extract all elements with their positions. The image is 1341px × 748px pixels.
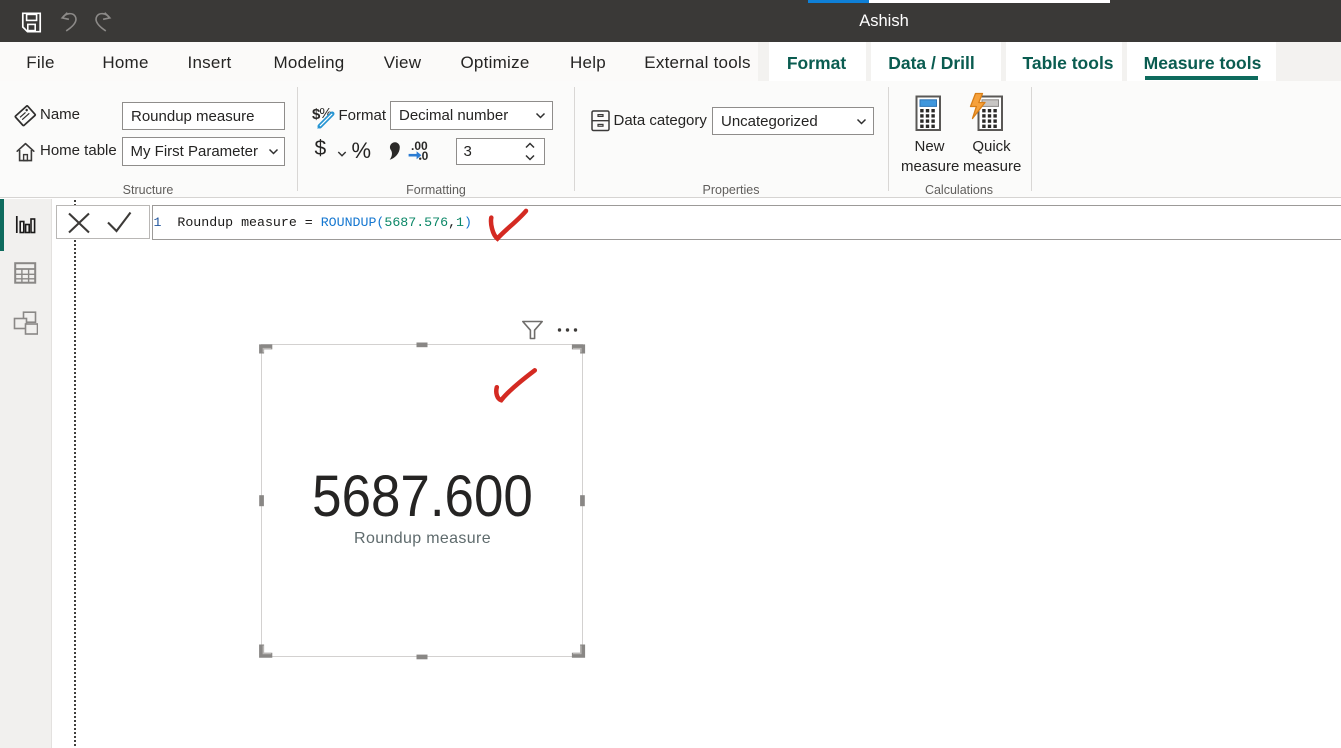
- svg-text:0: 0: [422, 149, 429, 162]
